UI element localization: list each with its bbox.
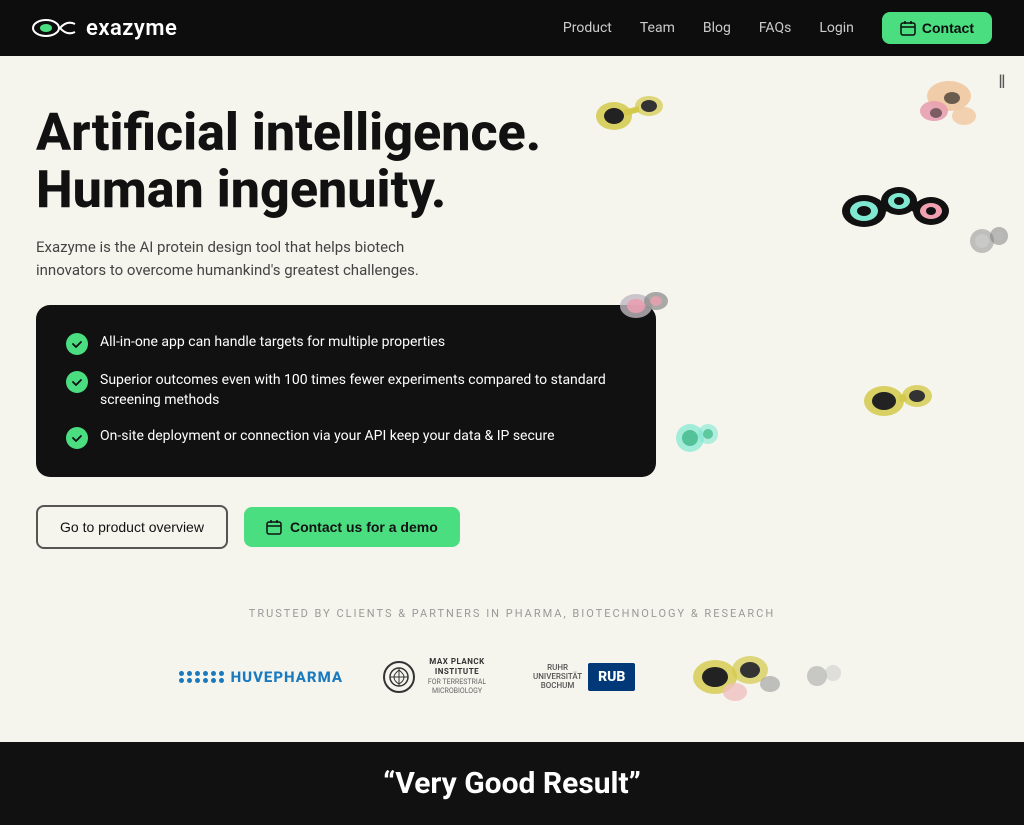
max-planck-text: MAX PLANCK INSTITUTE FOR TERRESTRIAL MIC… <box>421 657 493 696</box>
rub-box: RUB <box>588 663 635 691</box>
rub-logo: RUHR UNIVERSITÄT BOCHUM RUB <box>533 663 635 691</box>
feature-item-3: On-site deployment or connection via you… <box>66 427 626 449</box>
huvepharma-logo: HUVEPHARMA <box>179 668 343 686</box>
nav-blog[interactable]: Blog <box>703 20 731 36</box>
max-planck-circle <box>383 661 415 693</box>
nav-product[interactable]: Product <box>563 20 612 36</box>
partner-logos: HUVEPHARMA MAX PLANCK INSTITUTE FOR TERR… <box>36 642 988 722</box>
demo-btn-text: Contact us for a demo <box>290 519 438 535</box>
feature-text-3: On-site deployment or connection via you… <box>100 427 555 447</box>
testimonial-banner: “Very Good Result” <box>0 742 1024 825</box>
headline-line2: Human ingenuity. <box>36 159 446 220</box>
protein-shape-2 <box>904 66 994 141</box>
calendar-demo-icon <box>266 519 282 535</box>
nav-contact-button[interactable]: Contact <box>882 12 992 44</box>
logo-text: exazyme <box>86 16 177 41</box>
check-icon-1 <box>66 333 88 355</box>
protein-shape-7 <box>674 416 724 461</box>
huvepharma-text: HUVEPHARMA <box>231 668 343 686</box>
huvepharma-dots <box>179 671 225 683</box>
check-icon-3 <box>66 427 88 449</box>
feature-item-2: Superior outcomes even with 100 times fe… <box>66 371 626 410</box>
logo-icon <box>32 16 76 40</box>
feature-text-2: Superior outcomes even with 100 times fe… <box>100 371 626 410</box>
nav-faqs[interactable]: FAQs <box>759 20 792 36</box>
feature-text-1: All-in-one app can handle targets for mu… <box>100 333 445 353</box>
protein-small-right <box>805 659 845 694</box>
trusted-section: TRUSTED BY CLIENTS & PARTNERS IN PHARMA,… <box>0 589 1024 722</box>
trusted-label: TRUSTED BY CLIENTS & PARTNERS IN PHARMA,… <box>36 607 988 620</box>
headline-line1: Artificial intelligence. <box>36 102 541 163</box>
product-overview-button[interactable]: Go to product overview <box>36 505 228 549</box>
hero-subtitle: Exazyme is the AI protein design tool th… <box>36 236 476 281</box>
protein-shape-6 <box>859 366 944 436</box>
hero-headline: Artificial intelligence. Human ingenuity… <box>36 104 676 218</box>
protein-logo-decoration <box>685 642 785 712</box>
rub-text-col: RUHR UNIVERSITÄT BOCHUM <box>533 663 582 690</box>
protein-shape-3 <box>834 166 964 256</box>
nav-team[interactable]: Team <box>640 20 675 36</box>
hero-text: Artificial intelligence. Human ingenuity… <box>36 104 676 549</box>
nav-links: Product Team Blog FAQs Login Contact <box>563 12 992 44</box>
hero-buttons: Go to product overview Contact us for a … <box>36 505 676 549</box>
demo-contact-button[interactable]: Contact us for a demo <box>244 507 460 547</box>
pause-button[interactable]: ‖ <box>988 68 1016 96</box>
feature-item-1: All-in-one app can handle targets for mu… <box>66 333 626 355</box>
feature-list: All-in-one app can handle targets for mu… <box>36 305 656 476</box>
check-icon-2 <box>66 371 88 393</box>
nav-login[interactable]: Login <box>819 20 854 36</box>
testimonial-quote: “Very Good Result” <box>36 766 988 801</box>
protein-shape-5 <box>964 216 1014 266</box>
hero-section: ‖ <box>0 56 1024 549</box>
logo: exazyme <box>32 16 177 41</box>
max-planck-logo: MAX PLANCK INSTITUTE FOR TERRESTRIAL MIC… <box>383 657 493 696</box>
calendar-icon <box>900 20 916 36</box>
navbar: exazyme Product Team Blog FAQs Login Con… <box>0 0 1024 56</box>
